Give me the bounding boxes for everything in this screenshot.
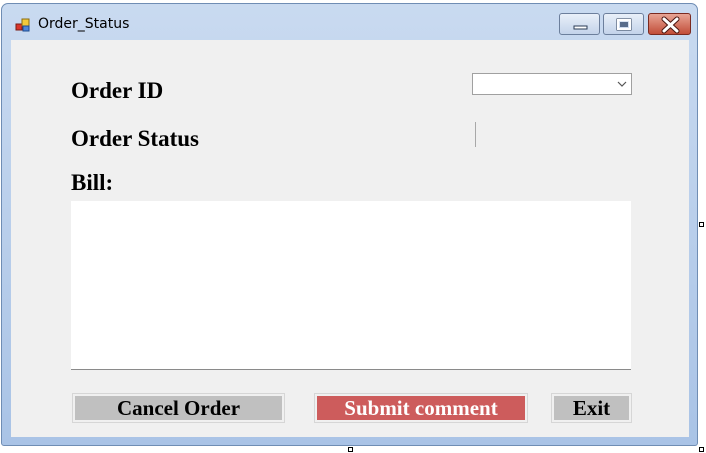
submit-comment-label: Submit comment	[317, 396, 525, 420]
exit-button[interactable]: Exit	[551, 393, 632, 423]
resize-handle-right[interactable]	[699, 222, 704, 227]
minimize-icon	[573, 25, 588, 30]
order-status-value-box	[475, 122, 476, 147]
close-icon	[661, 16, 680, 34]
window-title: Order_Status	[38, 16, 130, 32]
resize-handle-corner[interactable]	[699, 447, 704, 452]
bill-textarea[interactable]	[71, 201, 631, 370]
form-client-area: Order ID Order Status Bill: Cancel Order…	[11, 40, 689, 437]
bill-label: Bill:	[71, 170, 114, 195]
order-status-window: Order_Status Order ID Order Status Bill:…	[1, 3, 698, 446]
close-button[interactable]	[648, 13, 691, 35]
chevron-down-icon	[617, 81, 627, 87]
submit-comment-button[interactable]: Submit comment	[314, 393, 528, 423]
order-status-label: Order Status	[71, 126, 199, 151]
order-id-label: Order ID	[71, 78, 164, 103]
exit-label: Exit	[554, 396, 629, 420]
maximize-icon	[616, 18, 632, 31]
order-id-dropdown[interactable]	[472, 73, 632, 95]
maximize-button[interactable]	[603, 13, 644, 35]
cancel-order-label: Cancel Order	[75, 396, 282, 420]
minimize-button[interactable]	[559, 13, 600, 35]
title-bar[interactable]: Order_Status	[2, 4, 697, 40]
resize-handle-bottom[interactable]	[348, 447, 353, 452]
app-icon	[15, 17, 31, 33]
cancel-order-button[interactable]: Cancel Order	[72, 393, 285, 423]
